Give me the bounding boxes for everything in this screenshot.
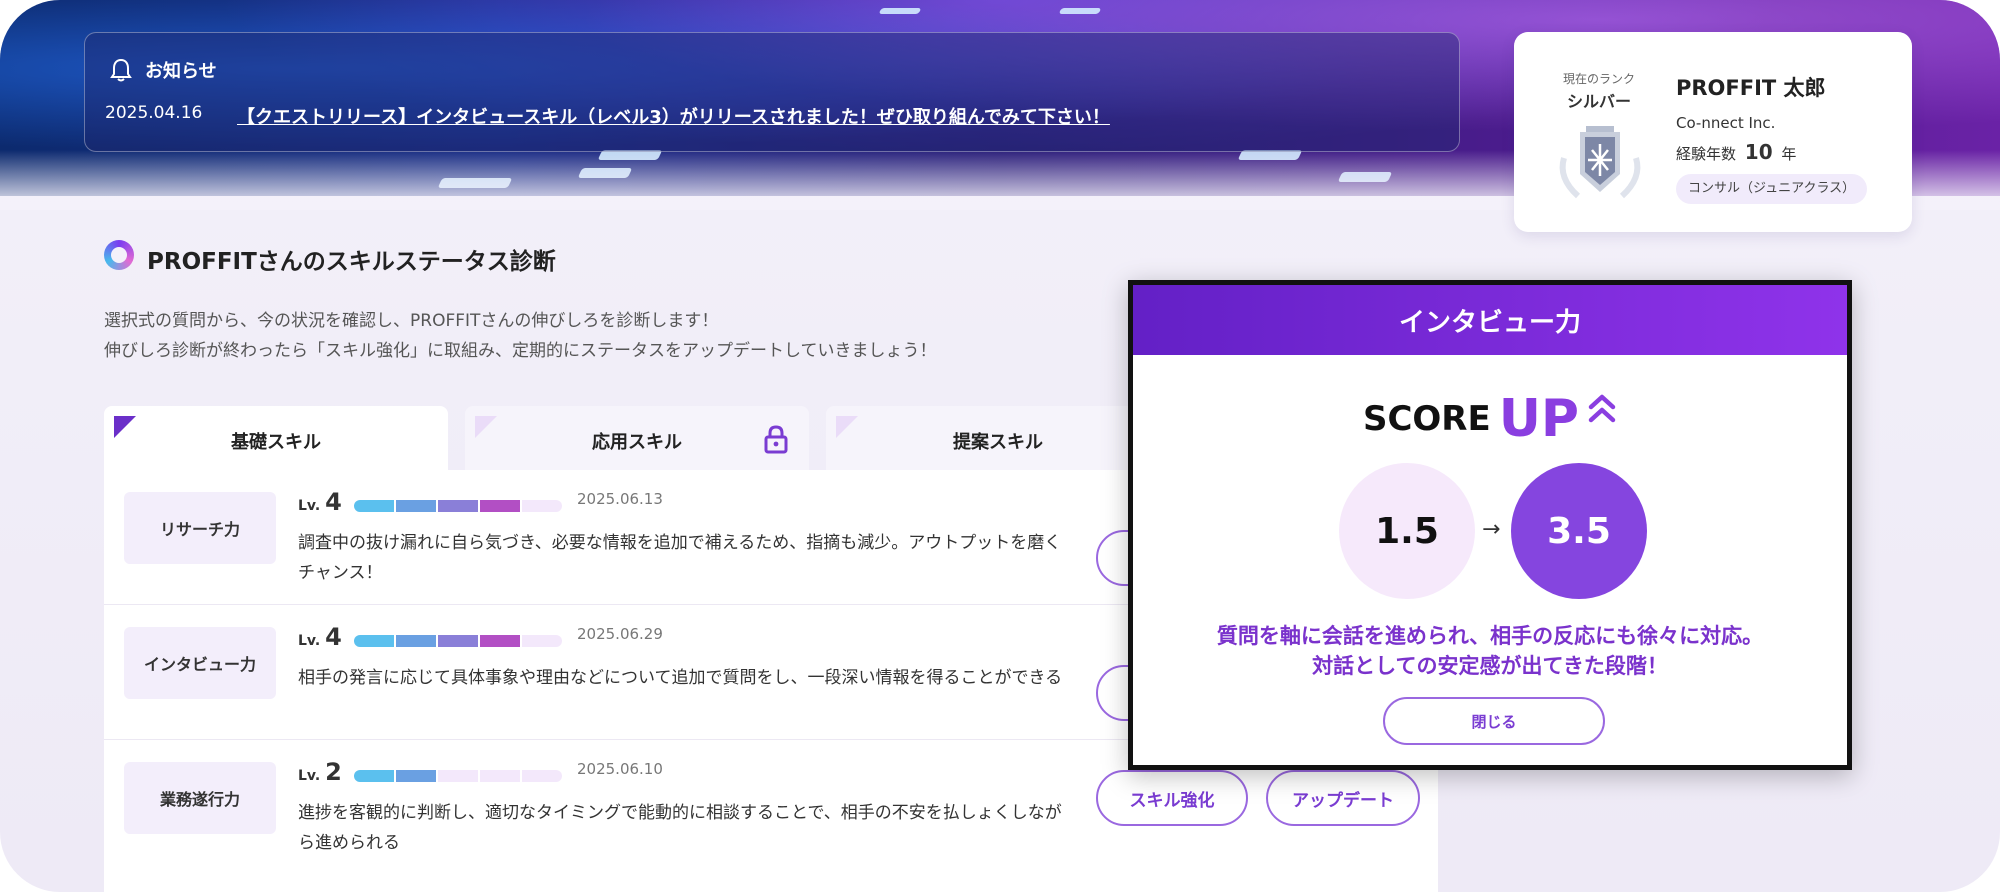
skill-description: 進捗を客観的に判断し、適切なタイミングで能動的に相談することで、相手の不安を払し… [298,803,1062,853]
tab-label: 基礎スキル [231,432,321,453]
section-description: 選択式の質問から、今の状況を確認し、PROFFITさんの伸びしろを診断します！ … [104,306,937,366]
notice-date: 2025.04.16 [105,103,203,123]
score-label: SCORE [1362,399,1491,439]
silver-rank-badge-icon [1559,126,1641,199]
level-segment [438,500,478,512]
level-progress-bar [354,635,562,647]
level-segment [396,770,436,782]
section-desc-line1: 選択式の質問から、今の状況を確認し、PROFFITさんの伸びしろを診断します！ [104,311,719,331]
experience-years: 10 [1744,140,1773,164]
skill-level: Lv. 4 [298,488,342,516]
skill-level: Lv. 4 [298,623,342,651]
level-segment [354,770,394,782]
profile-name: PROFFIT 太郎 [1676,76,1826,100]
level-segment [522,635,562,647]
skill-date: 2025.06.10 [577,760,663,778]
score-up-modal: インタビュー力 SCORE UP 1.5 → 3.5 質問を軸に会話を進められ、相… [1128,280,1852,770]
skill-level: Lv. 2 [298,758,342,786]
skill-name: リサーチ力 [124,492,276,564]
score-after: 3.5 [1511,463,1647,599]
lock-icon [764,425,788,454]
skill-strengthen-button[interactable]: スキル強化 [1096,770,1248,826]
bell-icon [110,58,132,82]
profile-experience: 経験年数 10 年 [1676,140,1796,164]
section-ring-icon [104,240,134,270]
notice-banner: お知らせ 2025.04.16 【クエストリリース】インタビュースキル（レベル3… [84,32,1460,152]
level-progress-bar [354,500,562,512]
tab-label: 応用スキル [592,432,682,453]
level-progress-bar [354,770,562,782]
score-up-heading: SCORE UP [1133,389,1847,449]
modal-title: インタビュー力 [1133,285,1847,355]
rank-name: シルバー [1566,92,1631,111]
section-desc-line2: 伸びしろ診断が終わったら「スキル強化」に取組み、定期的にステータスをアップデート… [104,341,937,361]
arrow-icon: → [1482,517,1501,542]
level-segment [438,770,478,782]
skill-date: 2025.06.29 [577,625,663,643]
skill-name: インタビュー力 [124,627,276,699]
profile-card: 現在のランク シルバー PROFFIT 太郎 Co-nnect Inc. 経験年… [1514,32,1912,232]
skill-update-button[interactable]: アップデート [1266,770,1420,826]
tab-basic-skill[interactable]: 基礎スキル [104,406,448,472]
notice-link[interactable]: 【クエストリリース】インタビュースキル（レベル3）がリリースされました！ぜひ取り… [237,103,1110,129]
profile-company: Co-nnect Inc. [1676,114,1776,132]
skill-date: 2025.06.13 [577,490,663,508]
app-page: お知らせ 2025.04.16 【クエストリリース】インタビュースキル（レベル3… [0,0,2000,892]
up-label: UP [1498,389,1580,449]
section-title: PROFFITさんのスキルステータス診断 [147,249,556,275]
modal-message-line2: 対話としての安定感が出てきた段階！ [1312,654,1668,678]
level-segment [396,500,436,512]
notice-title: お知らせ [145,61,217,82]
notice-header: お知らせ [109,57,217,83]
level-segment [396,635,436,647]
level-segment [522,500,562,512]
experience-label: 経験年数 [1676,145,1737,163]
tab-label: 提案スキル [953,432,1043,453]
modal-message-line1: 質問を軸に会話を進められ、相手の反応にも徐々に対応。 [1216,624,1764,648]
role-tag: コンサル（ジュニアクラス） [1676,174,1868,204]
close-button[interactable]: 閉じる [1383,697,1605,745]
score-before: 1.5 [1339,463,1475,599]
modal-message: 質問を軸に会話を進められ、相手の反応にも徐々に対応。 対話としての安定感が出てき… [1133,621,1847,681]
level-segment [438,635,478,647]
rank-caption: 現在のランク [1562,72,1635,86]
level-segment [354,635,394,647]
skill-name: 業務遂行力 [124,762,276,834]
level-segment [522,770,562,782]
level-segment [354,500,394,512]
skill-description: 調査中の抜け漏れに自ら気づき、必要な情報を追加で補えるため、指摘も減少。アウトプ… [298,533,1062,583]
experience-unit: 年 [1781,145,1797,163]
tab-proposal-skill[interactable]: 提案スキル [826,406,1170,472]
tab-applied-skill[interactable]: 応用スキル [465,406,809,472]
level-segment [480,635,520,647]
level-segment [480,770,520,782]
double-chevron-up-icon [1588,394,1616,423]
skill-description: 相手の発言に応じて具体事象や理由などについて追加で質問をし、一段深い情報を得るこ… [298,668,1063,688]
level-segment [480,500,520,512]
